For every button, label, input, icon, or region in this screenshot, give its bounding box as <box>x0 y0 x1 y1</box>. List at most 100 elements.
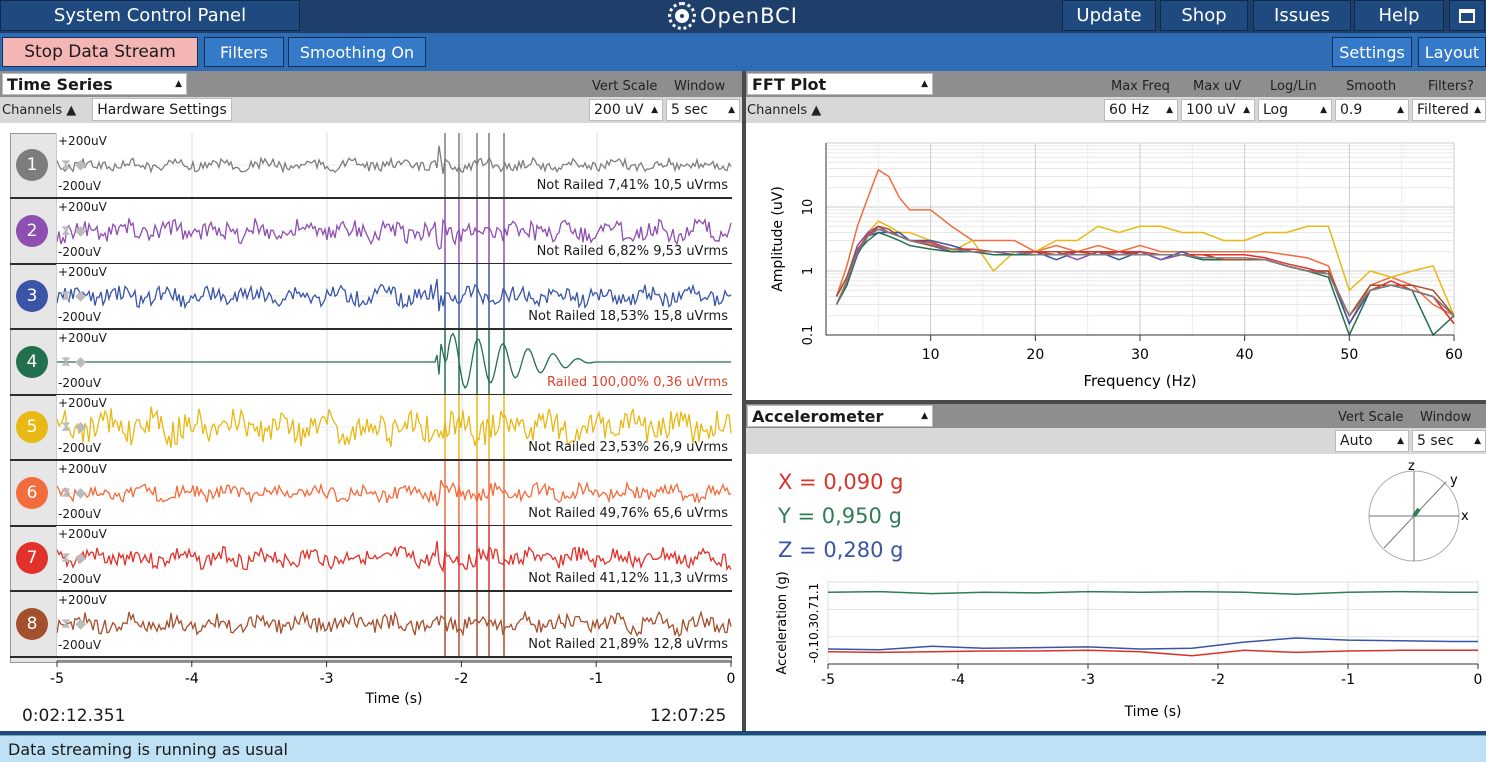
max-uv-dropdown[interactable]: 100 uV ▲ <box>1181 99 1255 121</box>
log-lin-label: Log/Lin <box>1270 79 1317 94</box>
accel-x-tick: -2 <box>1211 672 1225 688</box>
channel-top-label: +200uV <box>58 527 107 541</box>
svg-text:⧗ ◆: ⧗ ◆ <box>61 616 86 632</box>
axis-y-label: y <box>1450 473 1458 488</box>
status-message: Data streaming is running as usual <box>0 735 1486 762</box>
window-dropdown[interactable]: 5 sec ▲ <box>666 99 740 121</box>
logo-text: OpenBCI <box>700 4 798 28</box>
accel-z-value: Z = 0,280 g <box>778 538 904 562</box>
status-bar: Data streaming is running as usual <box>0 731 1486 762</box>
system-control-panel-button[interactable]: System Control Panel <box>0 0 300 31</box>
accel-window-dropdown[interactable]: 5 sec ▲ <box>1412 430 1486 452</box>
window-label: Window <box>674 79 726 94</box>
channel-row: 4 ⧗ ◆ +200uV -200uV Railed 100,00% 0,36 uVrm… <box>10 329 733 396</box>
accel-3d-axis-icon: z y x <box>1368 459 1469 562</box>
update-button[interactable]: Update <box>1062 0 1156 31</box>
channel-waveform <box>56 278 732 312</box>
top-bar: System Control Panel OpenBCI Update Shop… <box>0 0 1486 33</box>
accel-widget-select[interactable]: Accelerometer ▲ <box>747 405 933 427</box>
channel-number-button[interactable]: 7 <box>16 542 48 574</box>
svg-text:⧗ ◆: ⧗ ◆ <box>61 419 86 435</box>
time-series-title: Time Series <box>7 74 113 94</box>
channel-bottom-label: -200uV <box>58 375 102 390</box>
x-tick-label: 0 <box>727 671 736 687</box>
fft-x-tick: 50 <box>1340 347 1358 363</box>
filters-button[interactable]: Filters <box>204 37 284 67</box>
channel-status: Not Railed 49,76% 65,6 uVrms <box>528 505 728 521</box>
issues-button[interactable]: Issues <box>1253 0 1351 31</box>
channel-top-label: +200uV <box>58 199 107 214</box>
channel-number-button[interactable]: 8 <box>16 607 48 640</box>
channel-number-button[interactable]: 4 <box>16 345 48 378</box>
channel-status: Railed 100,00% 0,36 uVrms <box>546 374 728 390</box>
vert-scale-dropdown[interactable]: 200 uV ▲ <box>589 99 663 121</box>
axis-x-label: x <box>1461 509 1469 524</box>
max-freq-label: Max Freq <box>1111 79 1170 94</box>
fft-x-tick: 40 <box>1236 347 1254 363</box>
hardware-settings-button[interactable]: Hardware Settings <box>92 98 232 121</box>
x-tick-label: -2 <box>454 671 468 687</box>
channel-status: Not Railed 41,12% 11,3 uVrms <box>528 571 728 586</box>
channel-number-button[interactable]: 5 <box>16 411 48 443</box>
accel-x-tick: -4 <box>951 672 965 688</box>
x-tick-label: -5 <box>50 671 64 687</box>
x-tick-label: -1 <box>589 671 603 687</box>
log-lin-dropdown[interactable]: Log ▲ <box>1258 99 1332 121</box>
smoothing-button[interactable]: Smoothing On <box>288 37 426 67</box>
accel-vert-scale-dropdown[interactable]: Auto ▲ <box>1335 430 1409 452</box>
settings-button[interactable]: Settings <box>1332 37 1412 67</box>
channel-bottom-label: -200uV <box>58 310 102 324</box>
fft-title: FFT Plot <box>752 74 827 94</box>
channel-number-button[interactable]: 2 <box>16 214 48 247</box>
accel-x-axis-label: Time (s) <box>1124 704 1182 720</box>
channel-top-label: +200uV <box>58 265 107 279</box>
accel-chart: -5 -4 -3 -2 -1 0 -0.10.30.71.1 Acceleration (g)… <box>775 571 1483 720</box>
fft-y-tick: 0.1 <box>801 325 816 346</box>
svg-text:⧗ ◆: ⧗ ◆ <box>61 223 86 239</box>
stop-data-stream-button[interactable]: Stop Data Stream <box>2 37 198 67</box>
channel-status: Not Railed 7,41% 10,5 uVrms <box>536 178 728 193</box>
channel-row: 6 ⧗ ◆ +200uV -200uV Not Railed 49,76% 65,6 u… <box>10 460 733 527</box>
svg-text:⧗ ◆: ⧗ ◆ <box>61 157 86 173</box>
window-icon[interactable] <box>1449 0 1485 31</box>
x-tick-label: -4 <box>185 671 199 687</box>
time-series-area: 1 ⧗ ◆ +200uV -200uV Not Railed 7,41% 10,5 uV… <box>0 123 742 731</box>
smooth-dropdown[interactable]: 0.9 ▲ <box>1335 99 1409 121</box>
shop-button[interactable]: Shop <box>1160 0 1248 31</box>
channel-row: 1 ⧗ ◆ +200uV -200uV Not Railed 7,41% 10,5 uV… <box>10 133 733 199</box>
channel-number-button[interactable]: 3 <box>16 280 48 312</box>
channel-row: 7 ⧗ ◆ +200uV -200uV Not Railed 41,12% 11,3 u… <box>10 526 733 592</box>
fft-channels-toggle[interactable]: Channels ▲ <box>747 103 821 118</box>
accel-x-tick: -1 <box>1341 672 1355 688</box>
accel-y-axis-label: Acceleration (g) <box>775 571 790 674</box>
channel-status: Not Railed 18,53% 15,8 uVrms <box>528 309 728 324</box>
help-button[interactable]: Help <box>1354 0 1444 31</box>
chevron-up-icon: ▲ <box>66 103 77 118</box>
channel-bottom-label: -200uV <box>58 572 102 586</box>
accel-window-label: Window <box>1420 410 1472 425</box>
accel-y-ticks: -0.10.30.71.1 <box>807 583 821 664</box>
fft-x-tick: 30 <box>1131 347 1149 363</box>
fft-chart: 10 20 30 40 50 60 0.1 1 10 Frequency (Hz) Amplitud… <box>770 142 1463 390</box>
channel-number-button[interactable]: 6 <box>16 476 48 509</box>
channel-top-label: +200uV <box>58 134 107 148</box>
layout-button[interactable]: Layout <box>1418 37 1486 67</box>
channel-bottom-label: -200uV <box>58 506 102 521</box>
accel-x-tick: 0 <box>1474 672 1483 688</box>
accel-y-value: Y = 0,950 g <box>778 504 902 528</box>
channels-toggle[interactable]: Channels ▲ <box>2 103 76 118</box>
max-freq-dropdown[interactable]: 60 Hz ▲ <box>1104 99 1178 121</box>
accel-x-tick: -5 <box>821 672 835 688</box>
fft-x-tick: 10 <box>922 347 940 363</box>
channel-row: 3 ⧗ ◆ +200uV -200uV Not Railed 18,53% 15,8 u… <box>10 264 733 330</box>
fft-widget-select[interactable]: FFT Plot ▲ <box>747 73 933 95</box>
channel-row: 8 ⧗ ◆ +200uV -200uV Not Railed 21,89% 12,8 u… <box>10 591 733 658</box>
channel-top-label: +200uV <box>58 396 107 410</box>
chevron-up-icon: ▲ <box>811 103 822 118</box>
toolbar: Stop Data Stream Filters Smoothing On Se… <box>0 33 1486 71</box>
time-series-widget-select[interactable]: Time Series ▲ <box>2 73 187 95</box>
channel-number-button[interactable]: 1 <box>16 149 48 181</box>
max-uv-label: Max uV <box>1193 79 1242 94</box>
filters-dropdown[interactable]: Filtered ▲ <box>1412 99 1486 121</box>
smooth-label: Smooth <box>1346 79 1397 94</box>
